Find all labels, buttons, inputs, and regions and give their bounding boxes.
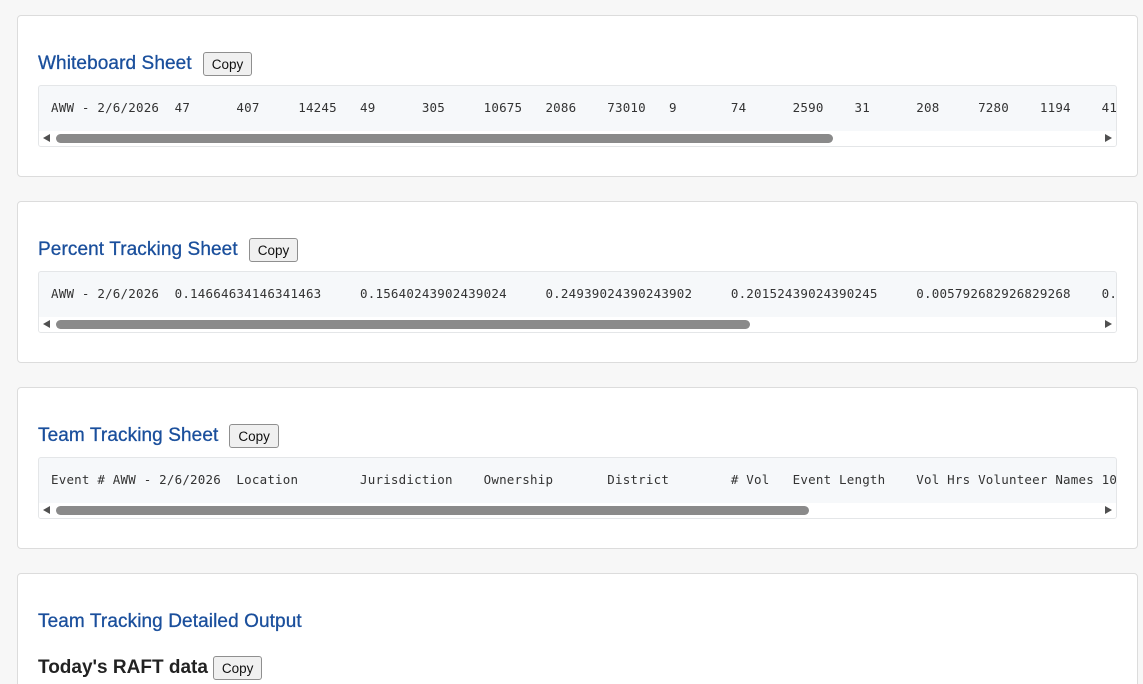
detailed-output-title: Team Tracking Detailed Output [38,611,302,632]
raft-data-row: Today's RAFT data Copy [38,656,263,680]
whiteboard-copy-button[interactable]: Copy [202,52,253,76]
detailed-title-row: Team Tracking Detailed Output [38,608,302,636]
whiteboard-sheet-title: Whiteboard Sheet [38,53,192,74]
team-copy-button[interactable]: Copy [229,424,279,448]
percent-tracking-sheet-title: Percent Tracking Sheet [38,239,238,260]
scrollbar-thumb[interactable] [56,506,809,515]
percent-output-text: AWW - 2/6/2026 0.14664634146341463 0.156… [51,286,1117,301]
scroll-right-arrow-icon[interactable] [1105,506,1112,514]
whiteboard-sheet-card: Whiteboard Sheet Copy AWW - 2/6/2026 47 … [17,15,1138,177]
whiteboard-output-text: AWW - 2/6/2026 47 407 14245 49 305 10675… [51,100,1117,115]
team-output-box[interactable]: Event # AWW - 2/6/2026 Location Jurisdic… [38,457,1117,519]
percent-horizontal-scrollbar[interactable] [39,317,1116,332]
percent-title-row: Percent Tracking Sheet Copy [38,236,299,264]
team-tracking-detailed-card: Team Tracking Detailed Output Today's RA… [17,573,1138,684]
scroll-left-arrow-icon[interactable] [43,134,50,142]
percent-copy-button[interactable]: Copy [248,238,299,262]
scroll-right-arrow-icon[interactable] [1105,320,1112,328]
percent-output-box[interactable]: AWW - 2/6/2026 0.14664634146341463 0.156… [38,271,1117,333]
whiteboard-title-row: Whiteboard Sheet Copy [38,50,253,78]
scrollbar-thumb[interactable] [56,320,750,329]
team-output-text: Event # AWW - 2/6/2026 Location Jurisdic… [51,472,1117,487]
page: Whiteboard Sheet Copy AWW - 2/6/2026 47 … [0,0,1143,684]
scroll-left-arrow-icon[interactable] [43,320,50,328]
scroll-left-arrow-icon[interactable] [43,506,50,514]
scrollbar-thumb[interactable] [56,134,833,143]
team-title-row: Team Tracking Sheet Copy [38,422,279,450]
whiteboard-horizontal-scrollbar[interactable] [39,131,1116,146]
scroll-right-arrow-icon[interactable] [1105,134,1112,142]
team-tracking-sheet-title: Team Tracking Sheet [38,425,219,446]
team-horizontal-scrollbar[interactable] [39,503,1116,518]
percent-tracking-sheet-card: Percent Tracking Sheet Copy AWW - 2/6/20… [17,201,1138,363]
team-tracking-sheet-card: Team Tracking Sheet Copy Event # AWW - 2… [17,387,1138,549]
raft-copy-button[interactable]: Copy [212,656,263,680]
whiteboard-output-box[interactable]: AWW - 2/6/2026 47 407 14245 49 305 10675… [38,85,1117,147]
raft-data-heading: Today's RAFT data [38,657,208,678]
